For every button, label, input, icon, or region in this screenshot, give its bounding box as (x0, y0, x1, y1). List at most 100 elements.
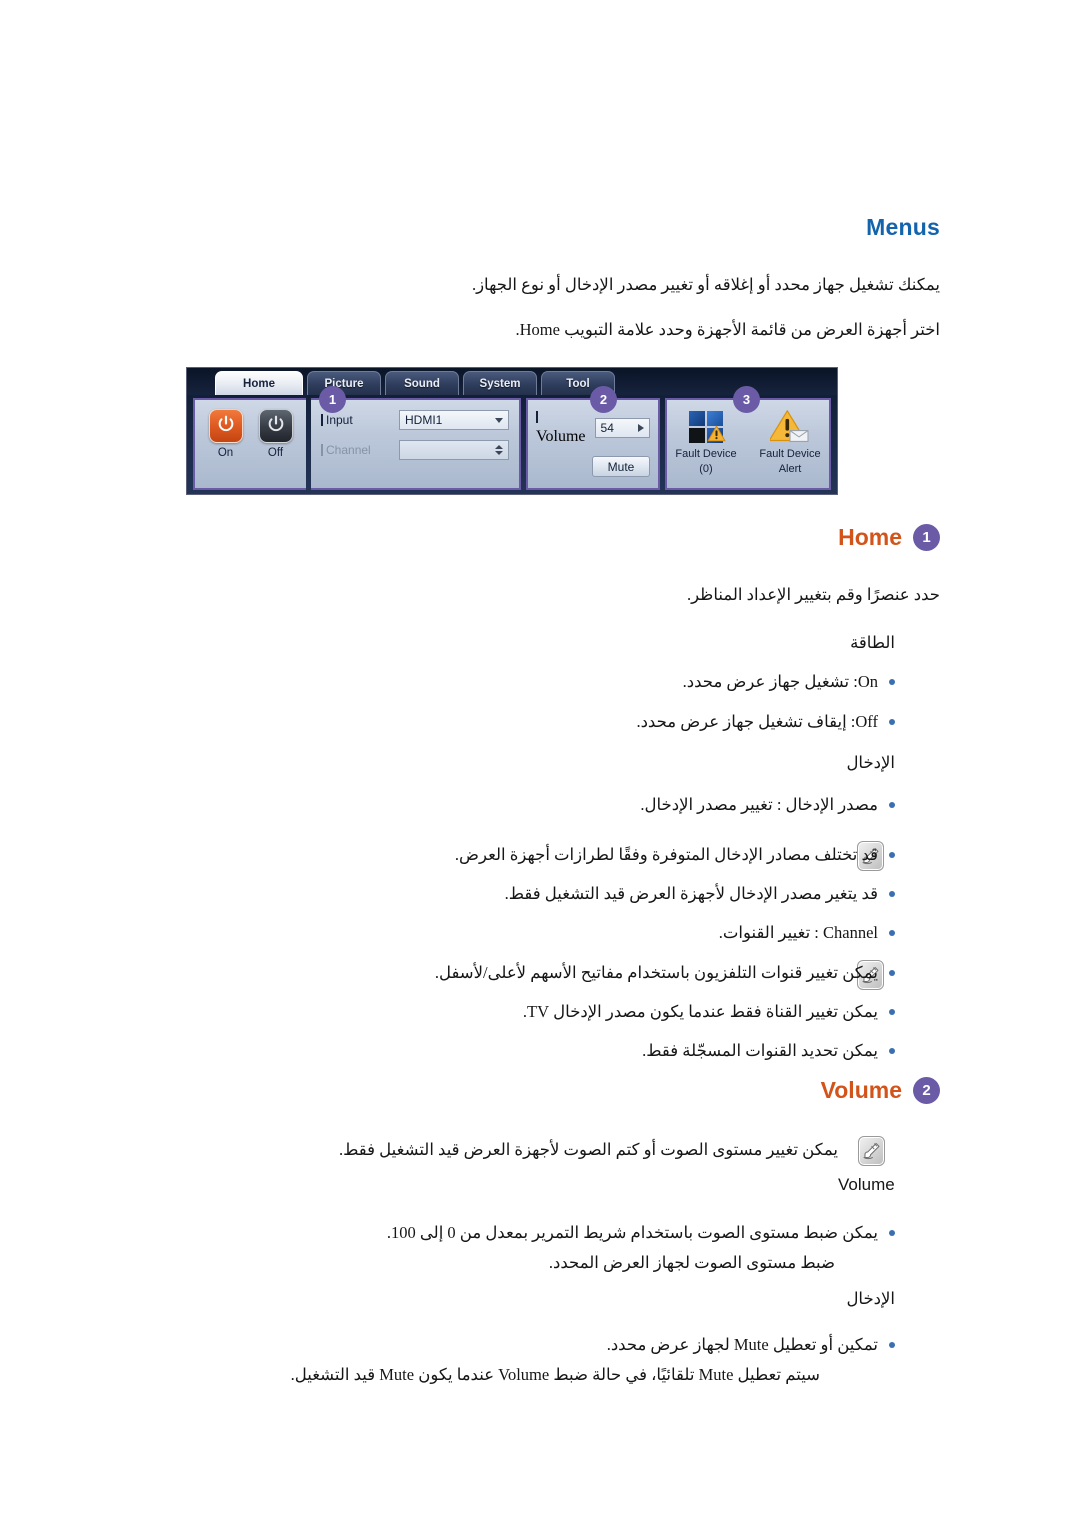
list-item: يمكن تغيير قنوات التلفزيون باستخدام مفات… (435, 961, 895, 986)
fault-device-label: Fault Device (675, 448, 737, 460)
bullet-icon (889, 1009, 895, 1015)
intro-paragraph-2: اختر أجهزة العرض من قائمة الأجهزة وحدد ع… (515, 320, 941, 339)
list-item: Channel : تغيير القنوات. (719, 921, 895, 946)
channel-field-label: Channel (326, 443, 371, 457)
tab-sound-label: Sound (404, 377, 440, 390)
channel-field-label-wrap: Channel (321, 443, 391, 457)
volume-heading-label: Volume (820, 1077, 902, 1103)
mute-button[interactable]: Mute (592, 456, 650, 477)
input-source-select[interactable]: HDMI1 (399, 410, 509, 430)
page-title: Menus (866, 214, 940, 240)
tab-tool-label: Tool (566, 377, 590, 390)
volume-field-label: Volume (536, 428, 586, 445)
home-heading-label: Home (838, 524, 902, 550)
tab-sound[interactable]: Sound (385, 371, 459, 395)
tv-menu-screenshot: Home Picture Sound System Tool On Off 1 … (186, 367, 838, 495)
fault-device-item[interactable]: Fault Device (0) (667, 408, 745, 476)
volume-item-2: ضبط مستوى الصوت لجهاز العرض المحدد. (548, 1253, 835, 1272)
bullet-icon (889, 679, 895, 685)
power-icon (266, 414, 286, 439)
list-item: يمكن تغيير القناة فقط عندما يكون مصدر ال… (523, 1000, 895, 1025)
bullet-icon (889, 1230, 895, 1236)
menu-panels: On Off 1 Input HDMI1 Channel 2 Volume 54… (193, 386, 831, 490)
volume-mute-item-2: سيتم تعطيل Mute تلقائيًا، في حالة ضبط Vo… (290, 1365, 820, 1384)
spinner-updown-icon[interactable] (495, 445, 503, 455)
fault-device-icon (667, 408, 745, 446)
home-channel-note-1: يمكن تغيير قنوات التلفزيون باستخدام مفات… (434, 963, 878, 982)
channel-field-row: Channel (311, 430, 519, 460)
field-marker-icon (536, 411, 538, 423)
volume-heading-badge: 2 (913, 1077, 940, 1104)
fault-alert-label: Fault Device (759, 448, 821, 460)
bullet-icon (889, 1048, 895, 1054)
home-intro: حدد عنصرًا وقم بتغيير الإعداد المناظر. (686, 585, 940, 604)
volume-mute-item-1: تمكين أو تعطيل Mute لجهاز عرض محدد. (606, 1335, 878, 1354)
list-item: Off: إيقاف تشغيل جهاز عرض محدد. (636, 710, 895, 735)
home-channel-note-2: يمكن تغيير القناة فقط عندما يكون مصدر ال… (522, 1002, 878, 1021)
tab-system[interactable]: System (463, 371, 537, 395)
tab-picture[interactable]: Picture (307, 371, 381, 395)
display-grid-icon (689, 411, 726, 443)
power-off-item[interactable]: Off (258, 409, 293, 459)
panel-number-3: 3 (733, 386, 760, 413)
warning-envelope-icon (768, 409, 810, 445)
power-off-button[interactable] (258, 409, 293, 443)
input-field-label: Input (326, 413, 353, 427)
power-off-label: Off (267, 447, 284, 459)
volume-value-box[interactable]: 54 (594, 418, 650, 438)
chevron-right-icon (638, 424, 644, 432)
power-icon (216, 414, 236, 439)
tab-home-label: Home (243, 377, 275, 390)
power-on-item[interactable]: On (208, 409, 243, 459)
home-channel-text: Channel : تغيير القنوات. (718, 923, 878, 942)
list-item: يمكن تحديد القنوات المسجّلة فقط. (642, 1039, 895, 1064)
volume-field-label-wrap: Volume (536, 410, 589, 446)
fault-alert-label-2: Alert (778, 463, 802, 476)
panel-number-1: 1 (319, 386, 346, 413)
fault-panel: 3 Fault Device (0) Fault Device Alert (665, 386, 831, 490)
power-on-button[interactable] (208, 409, 243, 443)
bullet-icon (889, 719, 895, 725)
home-power-off-text: Off: إيقاف تشغيل جهاز عرض محدد. (636, 712, 878, 731)
tab-system-label: System (479, 377, 521, 390)
list-item: مصدر الإدخال : تغيير مصدر الإدخال. (640, 793, 895, 818)
fault-alert-icon (751, 408, 829, 446)
bullet-icon (889, 970, 895, 976)
home-power-label: الطاقة (850, 633, 895, 652)
panel-number-2: 2 (590, 386, 617, 413)
home-input-note-2: قد يتغير مصدر الإدخال لأجهزة العرض قيد ا… (504, 884, 878, 903)
volume-value: 54 (600, 421, 614, 435)
bullet-icon (889, 802, 895, 808)
bullet-icon (889, 852, 895, 858)
list-item: قد يتغير مصدر الإدخال لأجهزة العرض قيد ا… (505, 882, 895, 907)
bullet-icon (889, 891, 895, 897)
power-panel: On Off (193, 398, 306, 490)
document-page: Menus يمكنك تشغيل جهاز محدد أو إغلاقه أو… (0, 0, 1080, 1527)
field-marker-icon (321, 444, 323, 456)
volume-section-heading: Volume 2 (0, 1077, 1080, 1104)
list-item: قد تختلف مصادر الإدخال المتوفرة وفقًا لط… (455, 843, 895, 868)
home-section-heading: Home 1 (0, 524, 1080, 551)
home-heading-badge: 1 (913, 524, 940, 551)
home-input-label: الإدخال (846, 753, 895, 772)
input-field-label-wrap: Input (321, 413, 391, 427)
home-channel-note-3: يمكن تحديد القنوات المسجّلة فقط. (642, 1041, 878, 1060)
list-item: On: تشغيل جهاز عرض محدد. (683, 670, 895, 695)
mute-button-label: Mute (607, 459, 635, 474)
list-item: يمكن ضبط مستوى الصوت باستخدام شريط التمر… (387, 1221, 895, 1246)
fault-alert-item[interactable]: Fault Device Alert (751, 408, 829, 476)
channel-spinner[interactable] (399, 440, 509, 460)
volume-panel: 2 Volume 54 Mute (526, 386, 660, 490)
home-input-source-text: مصدر الإدخال : تغيير مصدر الإدخال. (640, 795, 878, 814)
input-panel: 1 Input HDMI1 Channel (311, 386, 521, 490)
volume-note: يمكن تغيير مستوى الصوت أو كتم الصوت لأجه… (339, 1140, 838, 1159)
home-input-note-1: قد تختلف مصادر الإدخال المتوفرة وفقًا لط… (454, 845, 878, 864)
intro-paragraph-1: يمكنك تشغيل جهاز محدد أو إغلاقه أو تغيير… (471, 275, 940, 294)
list-item: تمكين أو تعطيل Mute لجهاز عرض محدد. (607, 1333, 895, 1358)
warning-triangle-icon (707, 425, 726, 447)
bullet-icon (889, 1342, 895, 1348)
volume-input-label: الإدخال (846, 1289, 895, 1308)
tab-home[interactable]: Home (215, 371, 303, 395)
bullet-icon (889, 930, 895, 936)
volume-item-1: يمكن ضبط مستوى الصوت باستخدام شريط التمر… (386, 1223, 878, 1242)
